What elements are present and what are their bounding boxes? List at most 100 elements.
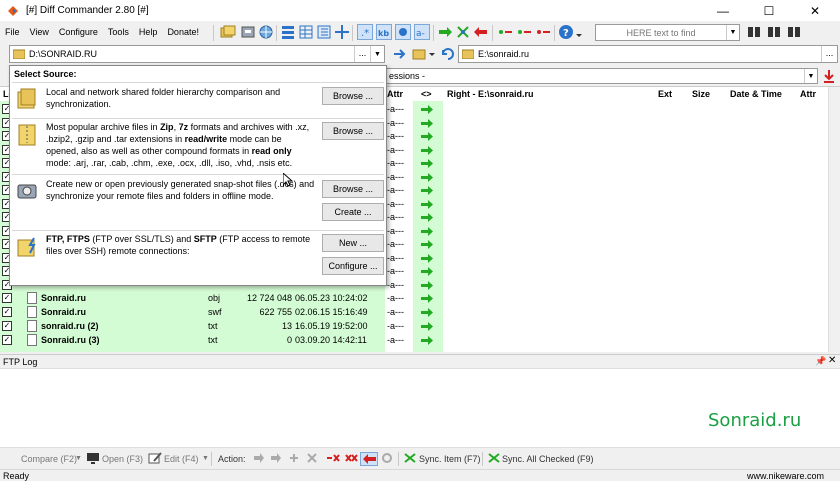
row-checkbox[interactable]: ✓	[2, 321, 12, 331]
compare-button[interactable]: Compare (F2)	[21, 452, 77, 466]
right-path-browse-button[interactable]: ...	[821, 46, 837, 62]
menu-help[interactable]: Help	[134, 21, 163, 43]
compare-column-header[interactable]: <>	[421, 87, 432, 101]
row-checkbox[interactable]: ✓	[2, 307, 12, 317]
archive-icon[interactable]	[240, 24, 256, 40]
copy-right-arrow-icon[interactable]	[420, 322, 434, 333]
close-button[interactable]: ✕	[792, 0, 838, 21]
content-filter-icon[interactable]	[395, 24, 411, 40]
copy-left-action-icon[interactable]	[360, 452, 378, 466]
copy-right-arrow-icon[interactable]	[420, 118, 434, 130]
table-row[interactable]: ✓ Sonraid.ru obj 12 724 048 06.05.23 10:…	[0, 291, 445, 305]
menu-view[interactable]: View	[25, 21, 54, 43]
browse-folder-button[interactable]: Browse ...	[322, 87, 384, 105]
row-checkbox[interactable]: ✓	[2, 293, 12, 303]
table-row[interactable]: ✓ sonraid.ru (2) txt 13 16.05.19 19:52:0…	[0, 319, 445, 333]
compare-dropdown-icon[interactable]: ▼	[75, 452, 82, 466]
sync-item-button[interactable]: Sync. Item (F7)	[419, 452, 481, 466]
configure-ftp-button[interactable]: Configure ...	[322, 257, 384, 275]
edit-button[interactable]: Edit (F4)	[164, 452, 199, 466]
delete-both-action-icon[interactable]	[344, 452, 358, 466]
left-path-browse-button[interactable]: ...	[354, 46, 370, 62]
delete-both-icon[interactable]	[535, 24, 551, 40]
list-view-icon[interactable]	[280, 24, 296, 40]
search-dropdown-icon[interactable]: ▼	[726, 25, 739, 40]
copy-right-arrow-icon[interactable]	[420, 226, 434, 238]
swap-right-icon[interactable]	[392, 46, 408, 62]
edit-dropdown-icon[interactable]: ▼	[202, 452, 209, 466]
browse-snapshot-button[interactable]: Browse ...	[322, 180, 384, 198]
copy-right-new-icon[interactable]	[270, 452, 282, 466]
open-folder-icon[interactable]	[412, 46, 428, 62]
attr-column-header[interactable]: Attr	[387, 87, 403, 101]
copy-right-arrow-icon[interactable]	[420, 267, 434, 278]
help-icon[interactable]: ?	[558, 24, 574, 40]
create-snapshot-button[interactable]: Create ...	[322, 203, 384, 221]
ext-column-header[interactable]: Ext	[658, 87, 672, 101]
tree-view-icon[interactable]	[316, 24, 332, 40]
minimize-button[interactable]: —	[700, 0, 746, 21]
mark-both-icon[interactable]	[306, 452, 318, 466]
open-folder-dropdown-icon[interactable]	[428, 46, 436, 62]
ftp-log-close-icon[interactable]: ✕	[828, 355, 836, 366]
wildcard-filter-icon[interactable]: .*	[357, 24, 373, 40]
website-link[interactable]: www.nikeware.com	[747, 471, 824, 481]
menu-file[interactable]: File	[0, 21, 25, 43]
copy-right-arrow-icon[interactable]	[420, 213, 434, 224]
copy-right-arrow-icon[interactable]	[420, 199, 434, 211]
folders-icon[interactable]	[220, 24, 236, 40]
copy-right-arrow-icon[interactable]	[420, 280, 434, 292]
right-column-header[interactable]: Right - E:\sonraid.ru	[447, 87, 534, 101]
delete-left-icon[interactable]	[497, 24, 513, 40]
help-dropdown-icon[interactable]	[575, 24, 583, 40]
copy-right-arrow-icon[interactable]	[420, 145, 434, 157]
right-attr-column-header[interactable]: Attr	[800, 87, 816, 101]
sync-both-icon[interactable]	[455, 24, 471, 40]
delete-right-icon[interactable]	[516, 24, 532, 40]
grid-view-icon[interactable]	[298, 24, 314, 40]
menu-configure[interactable]: Configure	[54, 21, 103, 43]
menu-tools[interactable]: Tools	[103, 21, 134, 43]
session-dropdown-icon[interactable]: ▼	[804, 69, 817, 83]
find-prev-icon[interactable]	[746, 24, 762, 40]
left-path-dropdown-icon[interactable]: ▼	[370, 46, 384, 62]
open-button[interactable]: Open (F3)	[102, 452, 143, 466]
case-filter-icon[interactable]: a-	[414, 24, 430, 40]
maximize-button[interactable]: ☐	[746, 0, 792, 21]
size-column-header[interactable]: Size	[692, 87, 710, 101]
copy-right-arrow-icon[interactable]	[420, 294, 434, 305]
sync-all-button[interactable]: Sync. All Checked (F9)	[502, 452, 594, 466]
menu-donate[interactable]: Donate!	[162, 21, 204, 43]
copy-right-action-icon[interactable]	[253, 452, 265, 466]
left-path-input[interactable]: D:\SONRAID.RU	[29, 49, 354, 59]
copy-right-arrow-icon[interactable]	[420, 172, 434, 184]
copy-left-icon[interactable]	[473, 24, 489, 40]
copy-right-arrow-icon[interactable]	[420, 240, 434, 251]
copy-right-arrow-icon[interactable]	[420, 186, 434, 197]
delete-star-icon[interactable]	[288, 452, 300, 466]
find-all-icon[interactable]	[766, 24, 782, 40]
pin-icon[interactable]: 📌	[815, 356, 826, 367]
right-path-input[interactable]: E:\sonraid.ru	[478, 49, 821, 59]
find-next-icon[interactable]	[786, 24, 802, 40]
datetime-column-header[interactable]: Date & Time	[730, 87, 782, 101]
ignore-action-icon[interactable]	[380, 452, 394, 466]
copy-right-icon[interactable]	[437, 24, 453, 40]
table-row[interactable]: ✓ Sonraid.ru (3) txt 0 03.09.20 14:42:11…	[0, 333, 445, 347]
copy-right-arrow-icon[interactable]	[420, 159, 434, 170]
vertical-scrollbar[interactable]	[828, 87, 840, 352]
copy-right-arrow-icon[interactable]	[420, 253, 434, 265]
row-checkbox[interactable]: ✓	[2, 335, 12, 345]
new-ftp-button[interactable]: New ...	[322, 234, 384, 252]
search-input[interactable]	[596, 27, 726, 38]
download-icon[interactable]	[822, 69, 836, 83]
copy-right-arrow-icon[interactable]	[420, 336, 434, 347]
copy-right-arrow-icon[interactable]	[420, 132, 434, 143]
network-icon[interactable]	[258, 24, 274, 40]
session-combo[interactable]: essions - ▼	[385, 68, 818, 84]
delete-left-action-icon[interactable]	[326, 452, 340, 466]
table-row[interactable]: ✓ Sonraid.ru swf 622 755 02.06.15 15:16:…	[0, 305, 445, 319]
size-filter-icon[interactable]: kb	[376, 24, 392, 40]
expand-view-icon[interactable]	[334, 24, 350, 40]
copy-right-arrow-icon[interactable]	[420, 308, 434, 319]
